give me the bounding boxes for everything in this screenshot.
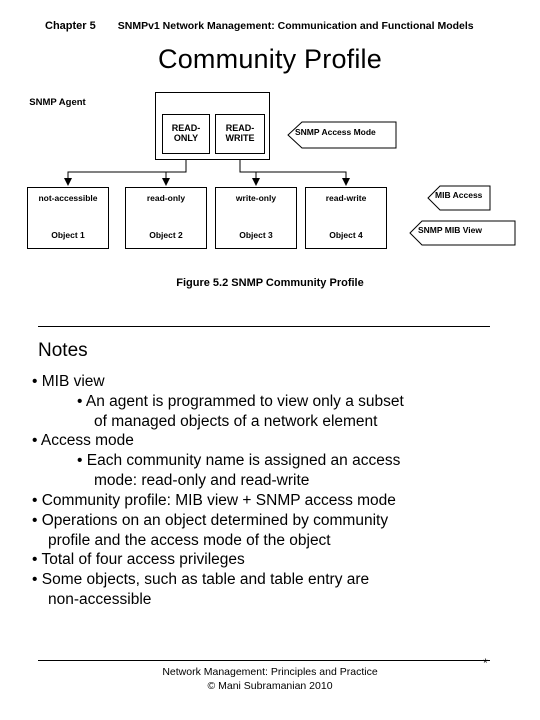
note-line: mode: read-only and read-write xyxy=(94,472,310,490)
slide-footer: Network Management: Principles and Pract… xyxy=(0,666,540,693)
note-line: profile and the access mode of the objec… xyxy=(48,531,331,549)
object-column-4: read-write Object 4 xyxy=(305,187,387,249)
note-line: • Total of four access privileges xyxy=(32,551,245,569)
snmp-agent-label: SNMP Agent xyxy=(29,97,86,108)
page-title: Community Profile xyxy=(158,44,382,74)
read-only-line-1: READ- xyxy=(171,123,201,133)
object-3-name: Object 3 xyxy=(239,230,273,241)
note-line: • An agent is programmed to view only a … xyxy=(77,392,404,410)
callout-mib-access: MIB Access xyxy=(435,190,483,200)
notes-list: • MIB view • An agent is programmed to v… xyxy=(22,372,522,610)
slide-header: Chapter 5 SNMPv1 Network Management: Com… xyxy=(45,20,495,32)
read-write-line-1: READ- xyxy=(225,123,255,133)
figure-snmp-community-profile: SNMP Agent READ- ONLY READ- WRITE not-ac… xyxy=(0,92,540,302)
divider-bottom xyxy=(38,660,490,661)
note-line: • Operations on an object determined by … xyxy=(32,511,389,529)
subject-label: SNMPv1 Network Management: Communication… xyxy=(117,20,474,32)
object-1-name: Object 1 xyxy=(51,230,85,241)
note-line: • Community profile: MIB view + SNMP acc… xyxy=(32,491,396,509)
chapter-label: Chapter 5 xyxy=(45,20,96,32)
object-2-access: read-only xyxy=(146,193,186,203)
object-column-2: read-only Object 2 xyxy=(125,187,207,249)
figure-caption: Figure 5.2 SNMP Community Profile xyxy=(176,277,364,289)
note-line: • Each community name is assigned an acc… xyxy=(77,452,401,470)
note-line: • MIB view xyxy=(32,373,105,390)
notes-heading: Notes xyxy=(38,340,88,361)
read-write-box: READ- WRITE xyxy=(215,114,265,154)
footer-line-2: © Mani Subramanian 2010 xyxy=(207,679,333,692)
callout-snmp-mib-view: SNMP MIB View xyxy=(418,225,482,235)
read-only-box: READ- ONLY xyxy=(162,114,210,154)
note-line: of managed objects of a network element xyxy=(94,412,378,430)
divider-top xyxy=(38,326,490,327)
object-1-access: not-accessible xyxy=(38,193,98,203)
object-column-1: not-accessible Object 1 xyxy=(27,187,109,249)
note-line: non-accessible xyxy=(48,591,152,609)
object-4-access: read-write xyxy=(325,193,367,203)
callout-snmp-access-mode: SNMP Access Mode xyxy=(295,127,376,137)
read-write-line-2: WRITE xyxy=(225,133,255,144)
read-only-line-2: ONLY xyxy=(173,133,199,144)
note-line: • Access mode xyxy=(32,432,134,450)
object-4-name: Object 4 xyxy=(329,230,363,241)
footer-line-1: Network Management: Principles and Pract… xyxy=(162,666,378,678)
note-line: • Some objects, such as table and table … xyxy=(32,571,370,589)
object-2-name: Object 2 xyxy=(149,230,183,241)
object-column-3: write-only Object 3 xyxy=(215,187,297,249)
object-3-access: write-only xyxy=(235,193,277,203)
